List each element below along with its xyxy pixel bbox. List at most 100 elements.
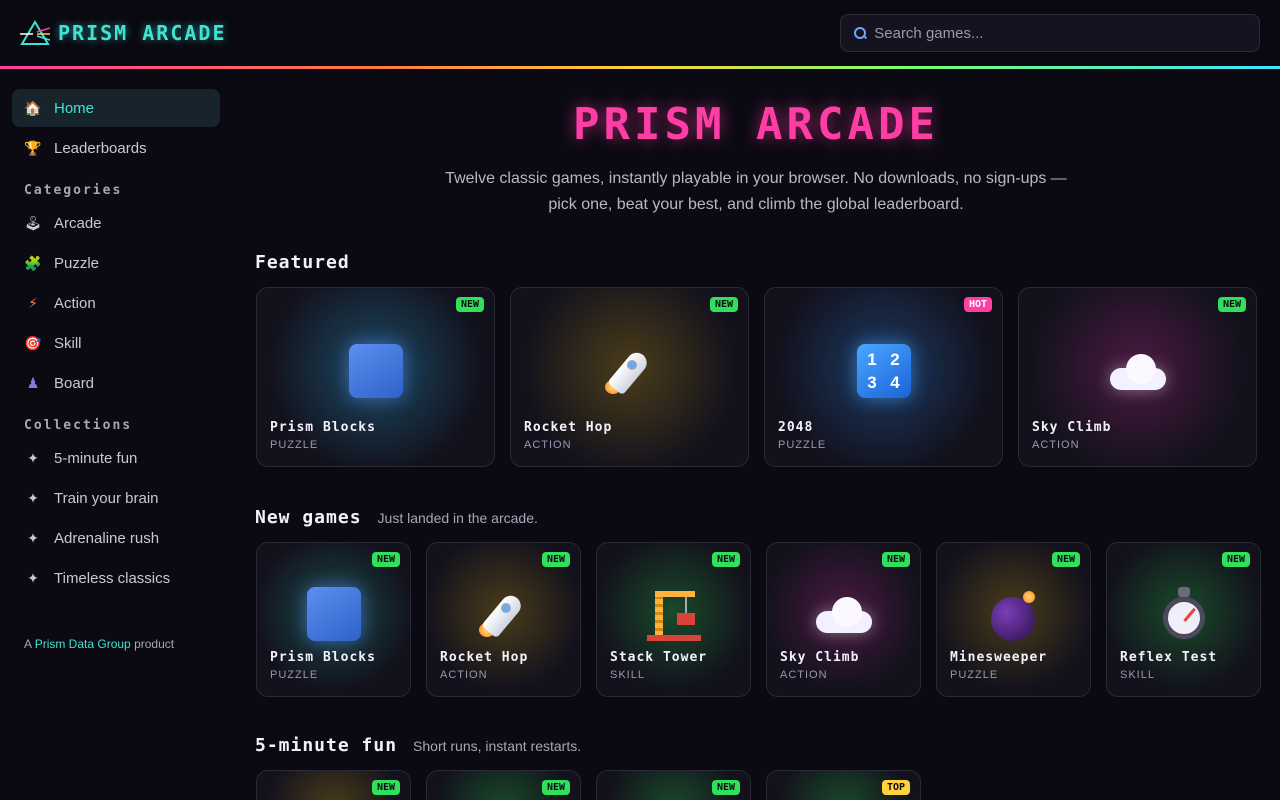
brand[interactable]: PRISM ARCADE (20, 20, 227, 46)
game-card[interactable]: TOP (766, 770, 921, 800)
hero-subtitle: Twelve classic games, instantly playable… (445, 170, 1067, 213)
target-icon: 🎯 (24, 334, 42, 351)
game-name: Sky Climb (780, 650, 860, 665)
game-card-stack-tower[interactable]: NEW Stack Tower SKILL (596, 542, 751, 697)
new-games-row: NEW Prism Blocks PUZZLE NEW Rocket Hop A… (256, 542, 1280, 697)
joystick-icon: 🕹 (24, 214, 42, 231)
sidebar-item-label: Puzzle (54, 254, 100, 272)
sidebar-item-home[interactable]: 🏠 Home (12, 89, 220, 127)
sidebar-item-label: Action (54, 294, 96, 312)
bomb-icon (987, 587, 1041, 641)
game-card[interactable]: NEW (256, 770, 411, 800)
cloud-icon (1109, 352, 1166, 392)
game-card-minesweeper[interactable]: NEW Minesweeper PUZZLE (936, 542, 1091, 697)
sidebar-item-train-your-brain[interactable]: ✦ Train your brain (12, 479, 220, 517)
game-genre: SKILL (610, 669, 645, 681)
featured-row: NEW Prism Blocks PUZZLE NEW Rocket Hop A… (256, 287, 1280, 467)
sidebar-item-arcade[interactable]: 🕹 Arcade (12, 204, 220, 242)
main-content: PRISM ARCADE Twelve classic games, insta… (232, 69, 1280, 800)
five-minute-section-header: 5-minute fun Short runs, instant restart… (255, 735, 1280, 756)
sidebar-item-label: Timeless classics (54, 569, 171, 587)
section-subtitle: Just landed in the arcade. (377, 510, 538, 526)
sidebar-item-label: Train your brain (54, 489, 159, 507)
blue-block-icon (348, 344, 403, 398)
featured-section-header: Featured (255, 252, 1280, 273)
new-badge: NEW (455, 297, 484, 312)
game-name: Stack Tower (610, 650, 708, 665)
section-title: 5-minute fun (255, 735, 398, 756)
new-badge: NEW (711, 780, 740, 795)
prism-logo-icon (20, 20, 50, 45)
search-box[interactable] (840, 14, 1260, 52)
five-minute-row: NEW NEW NEW TOP (256, 770, 1280, 800)
game-genre: PUZZLE (950, 669, 999, 681)
sidebar-item-label: 5-minute fun (54, 449, 138, 467)
sidebar-item-board[interactable]: ♟ Board (12, 364, 220, 402)
game-genre: PUZZLE (778, 439, 827, 451)
sidebar-item-leaderboards[interactable]: 🏆 Leaderboards (12, 129, 220, 167)
game-genre: ACTION (1032, 439, 1080, 451)
sparkle-icon: ✦ (27, 489, 39, 506)
game-name: Minesweeper (950, 650, 1048, 665)
sparkle-icon: ✦ (27, 569, 39, 586)
game-name: 2048 (778, 420, 814, 435)
footer-prefix: A (24, 637, 32, 651)
new-badge: NEW (1221, 552, 1250, 567)
top-badge: TOP (881, 780, 910, 795)
game-card-rocket-hop[interactable]: NEW Rocket Hop ACTION (426, 542, 581, 697)
crane-icon (646, 587, 701, 641)
blue-block-icon (306, 587, 361, 641)
new-badge: NEW (1217, 297, 1246, 312)
new-badge: NEW (711, 552, 740, 567)
game-name: Prism Blocks (270, 650, 376, 665)
new-badge: NEW (541, 552, 570, 567)
section-subtitle: Short runs, instant restarts. (413, 738, 582, 754)
sparkle-icon: ✦ (27, 529, 39, 546)
game-genre: ACTION (440, 669, 488, 681)
game-genre: SKILL (1120, 669, 1155, 681)
new-badge: NEW (881, 552, 910, 567)
footer-suffix: product (134, 637, 175, 651)
game-genre: PUZZLE (270, 439, 319, 451)
game-card[interactable]: NEW (596, 770, 751, 800)
sidebar-item-5-minute-fun[interactable]: ✦ 5-minute fun (12, 439, 220, 477)
hero-title: PRISM ARCADE (573, 99, 939, 150)
game-genre: PUZZLE (270, 669, 319, 681)
puzzle-piece-icon: 🧩 (24, 254, 42, 271)
search-input[interactable] (874, 24, 1247, 42)
sidebar-item-skill[interactable]: 🎯 Skill (12, 324, 220, 362)
new-badge: NEW (709, 297, 738, 312)
collections-heading: Collections (24, 418, 133, 433)
game-card-prism-blocks[interactable]: NEW Prism Blocks PUZZLE (256, 542, 411, 697)
rocket-icon (477, 587, 531, 641)
game-card-reflex-test[interactable]: NEW Reflex Test SKILL (1106, 542, 1261, 697)
game-genre: ACTION (524, 439, 572, 451)
game-card-2048[interactable]: HOT 1234 2048 PUZZLE (764, 287, 1003, 467)
prism-data-group-link[interactable]: Prism Data Group (35, 637, 131, 651)
sidebar-item-adrenaline-rush[interactable]: ✦ Adrenaline rush (12, 519, 220, 557)
sidebar-item-action[interactable]: ⚡ Action (12, 284, 220, 322)
game-card[interactable]: NEW (426, 770, 581, 800)
cloud-icon (815, 595, 872, 635)
sidebar-item-timeless-classics[interactable]: ✦ Timeless classics (12, 559, 220, 597)
new-badge: NEW (371, 552, 400, 567)
top-bar: PRISM ARCADE (0, 0, 1280, 66)
game-card-rocket-hop[interactable]: NEW Rocket Hop ACTION (510, 287, 749, 467)
lightning-icon: ⚡ (28, 294, 38, 311)
game-name: Rocket Hop (440, 650, 529, 665)
new-badge: NEW (371, 780, 400, 795)
trophy-icon: 🏆 (24, 139, 42, 156)
game-name: Sky Climb (1032, 420, 1112, 435)
house-icon: 🏠 (24, 99, 42, 116)
game-card-sky-climb[interactable]: NEW Sky Climb ACTION (766, 542, 921, 697)
game-name: Rocket Hop (524, 420, 613, 435)
game-card-prism-blocks[interactable]: NEW Prism Blocks PUZZLE (256, 287, 495, 467)
sidebar-item-label: Adrenaline rush (54, 529, 160, 547)
chess-pawn-icon: ♟ (26, 374, 40, 391)
game-name: Prism Blocks (270, 420, 376, 435)
sidebar-item-puzzle[interactable]: 🧩 Puzzle (12, 244, 220, 282)
game-card-sky-climb[interactable]: NEW Sky Climb ACTION (1018, 287, 1257, 467)
new-games-section-header: New games Just landed in the arcade. (255, 507, 1280, 528)
hot-badge: HOT (963, 297, 992, 312)
game-genre: ACTION (780, 669, 828, 681)
